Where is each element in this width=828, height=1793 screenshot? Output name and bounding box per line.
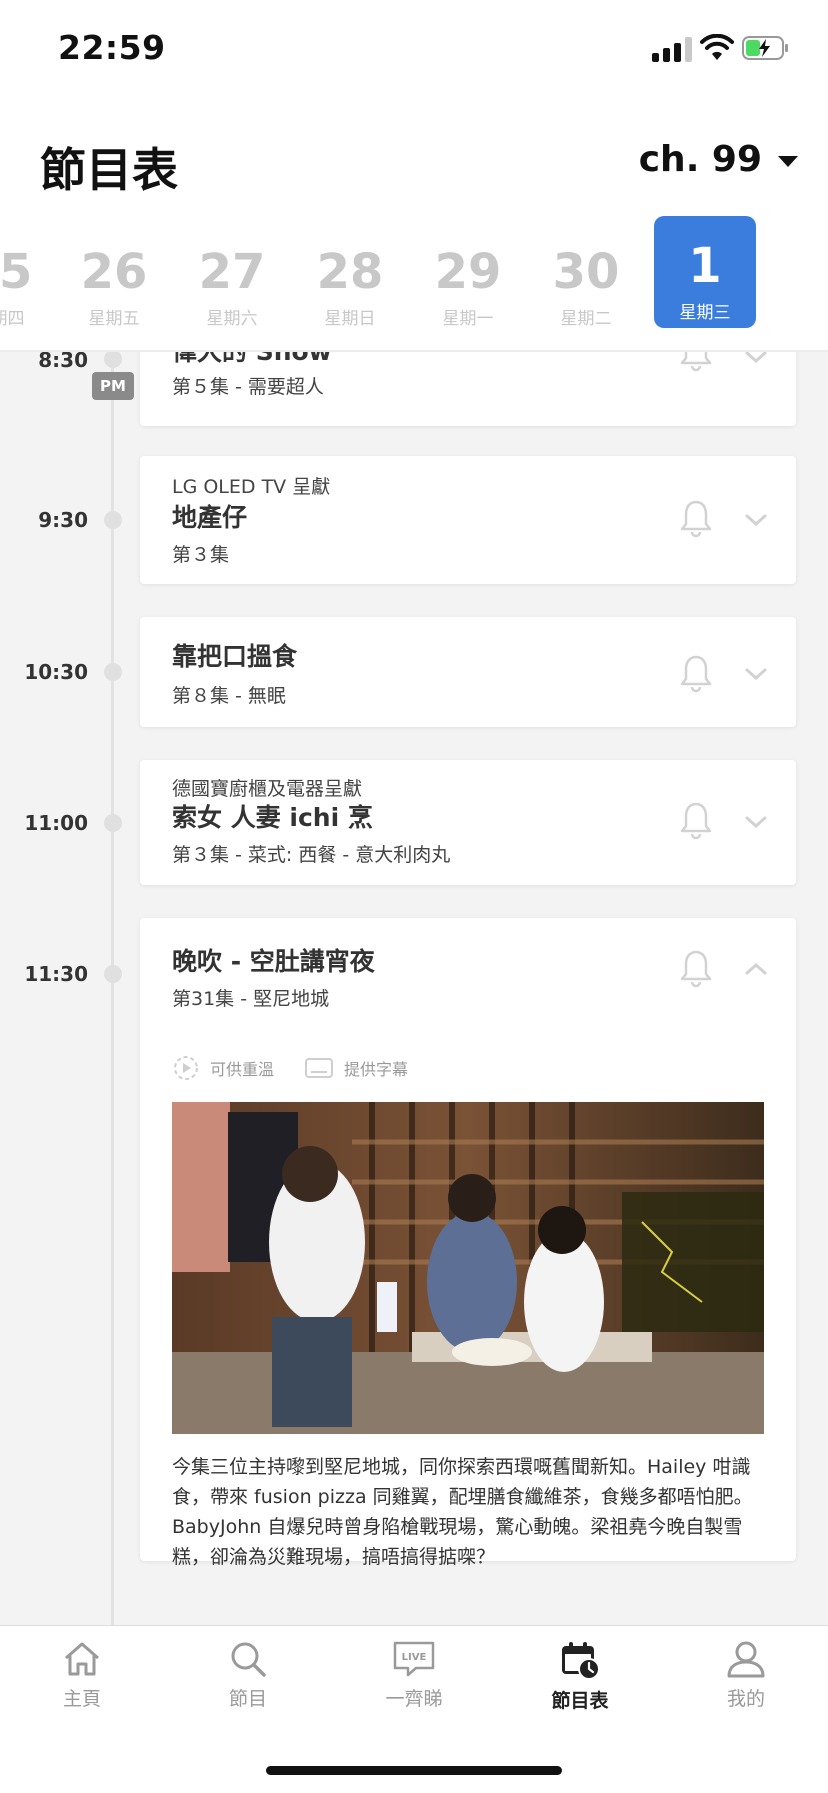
program-subtitle: 第３集 — [172, 544, 230, 566]
date-item[interactable]: 30 星期二 — [535, 216, 637, 329]
program-subtitle: 第31集 - 堅尼地城 — [172, 988, 330, 1010]
bell-icon[interactable] — [678, 800, 714, 840]
program-sponsor: 德國寶廚櫃及電器呈獻 — [172, 778, 363, 800]
timeline-dot — [104, 814, 122, 832]
live-icon: LIVE — [393, 1641, 435, 1677]
date-number: 29 — [434, 244, 502, 300]
calendar-clock-icon — [562, 1642, 600, 1680]
date-weekday: 星期三 — [679, 303, 731, 323]
program-title: 索女 人妻 ichi 烹 — [172, 803, 373, 832]
date-weekday: 星期二 — [560, 309, 612, 329]
program-card[interactable]: 靠把口搵食 第８集 - 無眠 — [140, 617, 796, 727]
tab-label: 節目 — [228, 1688, 267, 1710]
bell-icon[interactable] — [678, 498, 714, 538]
date-weekday: 星期日 — [324, 309, 376, 329]
replay-icon — [174, 1056, 198, 1080]
tab-label: 我的 — [726, 1688, 765, 1710]
timeline-line — [111, 352, 114, 1625]
channel-selector[interactable]: ch. 99 — [639, 134, 798, 184]
time-label: 11:30 — [24, 962, 88, 986]
status-time: 22:59 — [58, 28, 166, 67]
program-sponsor: LG OLED TV 呈獻 — [172, 476, 331, 498]
program-features: 可供重溫 提供字幕 — [172, 1054, 438, 1082]
chevron-down-icon[interactable] — [744, 815, 768, 829]
date-number: 30 — [552, 244, 620, 300]
page-title: 節目表 — [40, 143, 178, 197]
program-title: 偉大的 Show — [172, 352, 332, 368]
time-label: 9:30 — [38, 508, 88, 532]
page-header: 節目表 ch. 99 — [0, 100, 828, 210]
date-number: 26 — [80, 244, 148, 300]
chevron-up-icon[interactable] — [744, 962, 768, 976]
subtitles-icon — [305, 1058, 334, 1078]
wifi-icon — [700, 34, 734, 60]
timeline-dot — [104, 352, 122, 368]
svg-text:LIVE: LIVE — [402, 1652, 427, 1663]
date-item[interactable]: 28 星期日 — [299, 216, 401, 329]
chevron-down-icon[interactable] — [744, 513, 768, 527]
timeline-dot — [104, 965, 122, 983]
cellular-signal-icon — [652, 36, 696, 62]
bell-icon[interactable] — [678, 352, 714, 372]
timeline-dot — [104, 511, 122, 529]
bell-icon[interactable] — [678, 653, 714, 693]
feature-subtitles-label: 提供字幕 — [344, 1060, 409, 1079]
program-title: 地產仔 — [172, 503, 248, 532]
date-weekday: 星期六 — [206, 309, 258, 329]
chevron-down-icon[interactable] — [744, 352, 768, 364]
date-strip[interactable]: 25 星期四 26 星期五 27 星期六 28 星期日 29 星期一 30 星期… — [0, 210, 828, 352]
pm-badge: PM — [92, 372, 134, 400]
tab-label: 主頁 — [62, 1688, 101, 1710]
battery-charging-icon — [742, 36, 788, 60]
program-subtitle: 第５集 - 需要超人 — [172, 376, 324, 398]
program-card[interactable]: 偉大的 Show 第５集 - 需要超人 — [140, 352, 796, 426]
date-item[interactable]: 29 星期一 — [417, 216, 519, 329]
date-number: 25 — [0, 244, 33, 300]
program-card[interactable]: LG OLED TV 呈獻 地產仔 第３集 — [140, 456, 796, 584]
program-subtitle: 第３集 - 菜式: 西餐 - 意大利肉丸 — [172, 844, 451, 866]
tab-watch-together[interactable]: LIVE 一齊睇 — [354, 1640, 474, 1711]
time-label: 10:30 — [24, 660, 88, 684]
channel-label: ch. 99 — [638, 138, 762, 180]
date-item-selected[interactable]: 1 星期三 — [654, 216, 756, 328]
schedule-list[interactable]: 8:30 PM 偉大的 Show 第５集 - 需要超人 9:30 LG OLED… — [0, 352, 828, 1625]
tab-profile[interactable]: 我的 — [686, 1640, 806, 1711]
feature-replay: 可供重溫 — [172, 1054, 274, 1082]
date-number: 27 — [198, 244, 266, 300]
time-label: 11:00 — [24, 811, 88, 835]
date-item[interactable]: 27 星期六 — [181, 216, 283, 329]
tab-label: 節目表 — [551, 1690, 609, 1712]
tab-home[interactable]: 主頁 — [22, 1640, 142, 1711]
date-item[interactable]: 25 星期四 — [0, 216, 50, 329]
user-icon — [727, 1641, 765, 1678]
date-number: 28 — [316, 244, 384, 300]
bell-icon[interactable] — [678, 948, 714, 988]
tab-schedule[interactable]: 節目表 — [520, 1640, 640, 1713]
timeline-dot — [104, 663, 122, 681]
program-card[interactable]: 德國寶廚櫃及電器呈獻 索女 人妻 ichi 烹 第３集 - 菜式: 西餐 - 意… — [140, 760, 796, 885]
tab-programs[interactable]: 節目 — [188, 1640, 308, 1711]
status-bar: 22:59 — [0, 0, 828, 100]
program-card-expanded[interactable]: 晚吹 - 空肚講宵夜 第31集 - 堅尼地城 可供重溫 提供字幕 今集三位主持嚟… — [140, 918, 796, 1568]
chevron-down-icon[interactable] — [744, 667, 768, 681]
date-weekday: 星期五 — [88, 309, 140, 329]
feature-replay-label: 可供重溫 — [210, 1060, 275, 1079]
time-label: 8:30 — [38, 352, 88, 372]
feature-subtitles: 提供字幕 — [304, 1056, 408, 1080]
search-icon — [231, 1642, 266, 1677]
caret-down-icon — [778, 155, 798, 167]
program-title: 靠把口搵食 — [172, 642, 298, 671]
program-description: 今集三位主持嚟到堅尼地城，同你探索西環嘅舊聞新知。Hailey 咁識食，帶來 f… — [172, 1456, 753, 1568]
program-still-image[interactable] — [172, 1102, 764, 1434]
home-indicator[interactable] — [266, 1766, 562, 1775]
date-item[interactable]: 26 星期五 — [63, 216, 165, 329]
date-weekday: 星期四 — [0, 309, 25, 329]
program-subtitle: 第８集 - 無眠 — [172, 685, 286, 707]
program-title: 晚吹 - 空肚講宵夜 — [172, 947, 375, 976]
date-number: 1 — [688, 238, 722, 294]
home-icon — [65, 1642, 99, 1676]
tab-label: 一齊睇 — [385, 1688, 443, 1710]
date-weekday: 星期一 — [442, 309, 494, 329]
program-still-illustration — [172, 1102, 764, 1434]
